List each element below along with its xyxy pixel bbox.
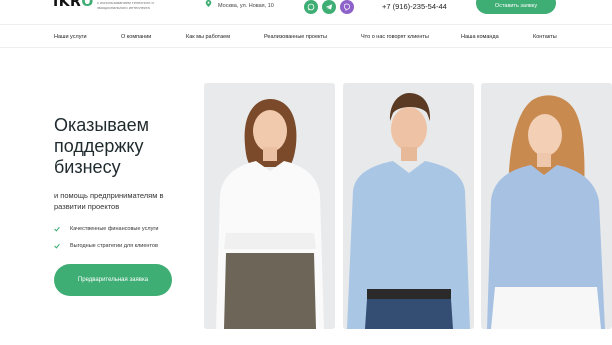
feature-item: Выгодные стратегии для клиентов: [54, 243, 158, 249]
nav-item-team[interactable]: Наша команда: [461, 34, 499, 40]
feature-label: Выгодные стратегии для клиентов: [70, 243, 158, 249]
nav-item-testimonials[interactable]: Что о нас говорят клиенты: [361, 34, 429, 40]
telegram-button[interactable]: [322, 0, 336, 14]
feature-label: Качественные финансовые услуги: [70, 226, 159, 232]
feature-item: Качественные финансовые услуги: [54, 226, 158, 232]
telegram-icon: [325, 4, 333, 10]
leave-request-button[interactable]: Оставить заявку: [476, 0, 556, 14]
whatsapp-icon: [307, 3, 315, 11]
address: Москва, ул. Новая, 10: [218, 3, 274, 9]
location-pin-icon: [205, 0, 212, 7]
check-icon: [54, 243, 60, 249]
preliminary-request-button[interactable]: Предварительная заявка: [54, 264, 172, 296]
nav-item-about[interactable]: О компании: [121, 34, 151, 40]
team-photo-man-blue-shirt: [343, 83, 474, 329]
viber-icon: [343, 3, 351, 11]
main-navigation: Наши услуги О компании Как мы работаем Р…: [0, 24, 612, 48]
phone-number[interactable]: +7 (916)-235-54-44: [382, 2, 447, 11]
nav-item-contacts[interactable]: Контакты: [533, 34, 557, 40]
logo-accent: O: [81, 0, 94, 10]
nav-item-how-we-work[interactable]: Как мы работаем: [186, 34, 230, 40]
check-icon: [54, 226, 60, 232]
tagline: с использованием телесного и эмоциональн…: [97, 0, 154, 10]
team-photo-woman-white-shirt: [204, 83, 335, 329]
logo[interactable]: IKRO: [53, 0, 94, 10]
hero-title: Оказываем поддержку бизнесу: [54, 115, 150, 177]
nav-item-projects[interactable]: Реализованные проекты: [264, 34, 327, 40]
hero-subtitle: и помощь предпринимателям в развитии про…: [54, 191, 164, 211]
viber-button[interactable]: [340, 0, 354, 14]
logo-text: IKR: [53, 0, 82, 10]
top-bar: IKRO с использованием телесного и эмоцио…: [0, 0, 612, 22]
nav-item-services[interactable]: Наши услуги: [54, 34, 87, 40]
team-photo-woman-glasses: [481, 83, 612, 329]
whatsapp-button[interactable]: [304, 0, 318, 14]
